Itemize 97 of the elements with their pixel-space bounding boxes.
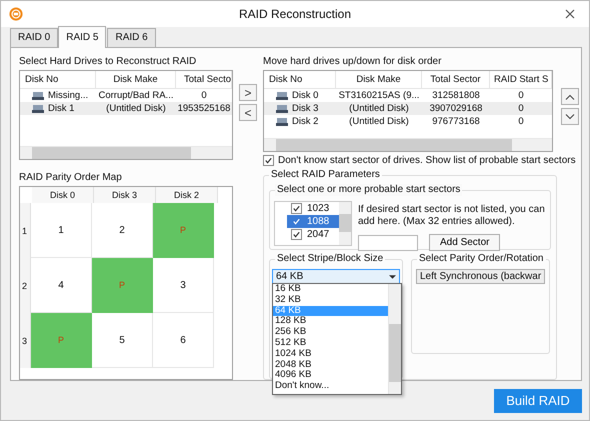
drive-icon bbox=[32, 104, 44, 114]
table-cell-text: 312581808 bbox=[431, 89, 481, 102]
tab[interactable]: RAID 0 bbox=[10, 28, 58, 47]
table-cell: Missing... bbox=[48, 89, 88, 102]
group-label: Select one or more probable start sectors bbox=[275, 184, 462, 196]
checkbox[interactable] bbox=[291, 216, 302, 227]
dropdown-option[interactable]: 16 KB bbox=[273, 284, 388, 295]
table-cell: 5 bbox=[92, 313, 153, 368]
column-header[interactable]: Disk Make bbox=[96, 71, 176, 88]
scrollbar[interactable] bbox=[339, 202, 351, 245]
table-cell: P bbox=[92, 258, 153, 313]
table-cell-text: ST3160215AS (9... bbox=[338, 89, 420, 102]
chevron-up-icon bbox=[565, 94, 575, 100]
sector-input-field[interactable] bbox=[358, 234, 418, 250]
build-raid-button[interactable]: Build RAID bbox=[494, 388, 582, 412]
move-up-button[interactable] bbox=[561, 88, 579, 105]
table-cell: Disk 3 bbox=[292, 102, 318, 115]
drive-row[interactable]: Missing... Corrupt/Bad RA... 0 bbox=[20, 89, 232, 102]
move-button[interactable]: > bbox=[239, 84, 257, 101]
sector-item[interactable]: 1088 bbox=[287, 215, 339, 228]
dropdown-option[interactable]: 128 KB bbox=[273, 316, 388, 328]
drive-row[interactable]: Disk 1 (Untitled Disk) 1953525168 bbox=[20, 102, 232, 115]
column-header[interactable]: Disk Make bbox=[336, 71, 422, 88]
row-header: 1 bbox=[20, 203, 31, 258]
table-cell: 6 bbox=[153, 313, 214, 368]
checkbox[interactable] bbox=[263, 155, 274, 166]
sector-item[interactable]: 1023 bbox=[287, 202, 339, 215]
table-cell-text: 0 bbox=[517, 115, 525, 128]
chevron-down-icon bbox=[565, 114, 575, 120]
column-header[interactable]: Disk No bbox=[264, 71, 336, 88]
table-cell: Disk 2 bbox=[292, 115, 318, 128]
table-cell: P bbox=[153, 203, 214, 258]
table-cell: Disk 0 bbox=[292, 89, 318, 102]
scrollbar[interactable] bbox=[20, 146, 232, 159]
column-header[interactable]: RAID Start S bbox=[490, 71, 552, 88]
table-cell-text: 0 bbox=[200, 89, 208, 102]
drive-icon bbox=[276, 90, 288, 100]
group-label: Select Stripe/Block Size bbox=[275, 253, 386, 265]
table-cell-text: 0 bbox=[517, 89, 525, 102]
table-cell-text: Corrupt/Bad RA... bbox=[98, 89, 174, 102]
hint-text: If desired start sector is not listed, you can add here. (Max 32 entries allowed). bbox=[358, 204, 546, 228]
dropdown-arrow-icon bbox=[389, 274, 396, 278]
checkbox[interactable] bbox=[291, 203, 302, 214]
scrollbar[interactable] bbox=[388, 284, 401, 394]
sector-list[interactable]: 1023 1088 2047 bbox=[274, 201, 352, 246]
section-label: RAID Parity Order Map bbox=[19, 172, 123, 184]
sector-item[interactable]: 2047 bbox=[287, 228, 339, 241]
table-cell: Disk 1 bbox=[48, 102, 74, 115]
drive-row[interactable]: Disk 2 (Untitled Disk) 976773168 0 bbox=[264, 115, 552, 128]
move-button[interactable]: < bbox=[239, 104, 257, 121]
table-cell-text: (Untitled Disk) bbox=[105, 102, 167, 115]
scrollbar[interactable] bbox=[264, 138, 552, 151]
drive-list[interactable]: Disk No Disk Make Total Secto Missing... Corrupt/Bad RA... 0 Disk 1 (Untitled Disk) 1953525168 bbox=[19, 70, 233, 160]
column-header[interactable]: Total Sector bbox=[422, 71, 490, 88]
column-header: Disk 0 bbox=[32, 187, 94, 203]
row-header: 2 bbox=[20, 258, 31, 313]
table-cell-text: (Untitled Disk) bbox=[348, 102, 410, 115]
table-cell: 1 bbox=[31, 203, 92, 258]
dropdown-option[interactable]: 512 KB bbox=[273, 338, 388, 349]
stripe-size-dropdown[interactable]: 64 KB bbox=[272, 269, 400, 284]
window-title: RAID Reconstruction bbox=[238, 7, 352, 21]
dropdown-option[interactable]: 2048 KB bbox=[273, 360, 388, 370]
add-sector-button[interactable]: Add Sector bbox=[429, 234, 500, 251]
column-header[interactable]: Disk No bbox=[20, 71, 96, 88]
column-header: Disk 2 bbox=[156, 187, 218, 203]
table-cell-text: 976773168 bbox=[431, 115, 481, 128]
drive-list[interactable]: Disk No Disk Make Total Sector RAID Start S Disk 0 ST3160215AS (9... 312581808 0 Disk 3 (Untitled Disk) 3907029168 0 Disk 2 (Untitled Disk) 976773168 0 bbox=[263, 70, 553, 152]
table-cell-text: 1953525168 bbox=[176, 102, 232, 115]
drive-row[interactable]: Disk 0 ST3160215AS (9... 312581808 0 bbox=[264, 89, 552, 102]
drive-icon bbox=[276, 116, 288, 126]
table-cell-text: (Untitled Disk) bbox=[348, 115, 410, 128]
table-cell-text: 0 bbox=[517, 102, 525, 115]
tab[interactable]: RAID 5 bbox=[58, 26, 106, 48]
section-label: Select Hard Drives to Reconstruct RAID bbox=[19, 56, 198, 68]
drive-icon bbox=[32, 90, 44, 100]
tab[interactable]: RAID 6 bbox=[107, 28, 156, 47]
drive-row[interactable]: Disk 3 (Untitled Disk) 3907029168 0 bbox=[264, 102, 552, 115]
checkbox-label: Don't know start sector of drives. Show list of probable start sectors bbox=[278, 155, 576, 166]
dropdown-option[interactable]: 256 KB bbox=[273, 327, 388, 338]
checkbox[interactable] bbox=[291, 229, 302, 240]
section-label: Move hard drives up/down for disk order bbox=[263, 56, 442, 68]
dropdown-option[interactable]: 4096 KB bbox=[273, 370, 388, 382]
dropdown-option[interactable]: 1024 KB bbox=[273, 348, 388, 360]
table-cell-text: 3907029168 bbox=[428, 102, 484, 115]
parity-rotation-dropdown[interactable]: Left Synchronous (backwar bbox=[416, 269, 545, 284]
move-down-button[interactable] bbox=[561, 108, 579, 125]
group-label: Select Parity Order/Rotation bbox=[417, 253, 546, 265]
app-logo-icon bbox=[9, 7, 23, 21]
dropdown-option[interactable]: 32 KB bbox=[273, 294, 388, 306]
close-icon[interactable] bbox=[565, 9, 575, 19]
table-cell: 3 bbox=[153, 258, 214, 313]
column-header: Disk 3 bbox=[94, 187, 156, 203]
row-header: 3 bbox=[20, 313, 31, 368]
dropdown-option[interactable]: Don't know... bbox=[273, 381, 388, 392]
column-header[interactable]: Total Secto bbox=[176, 71, 232, 88]
table-cell: P bbox=[31, 313, 92, 368]
drive-icon bbox=[276, 104, 288, 114]
